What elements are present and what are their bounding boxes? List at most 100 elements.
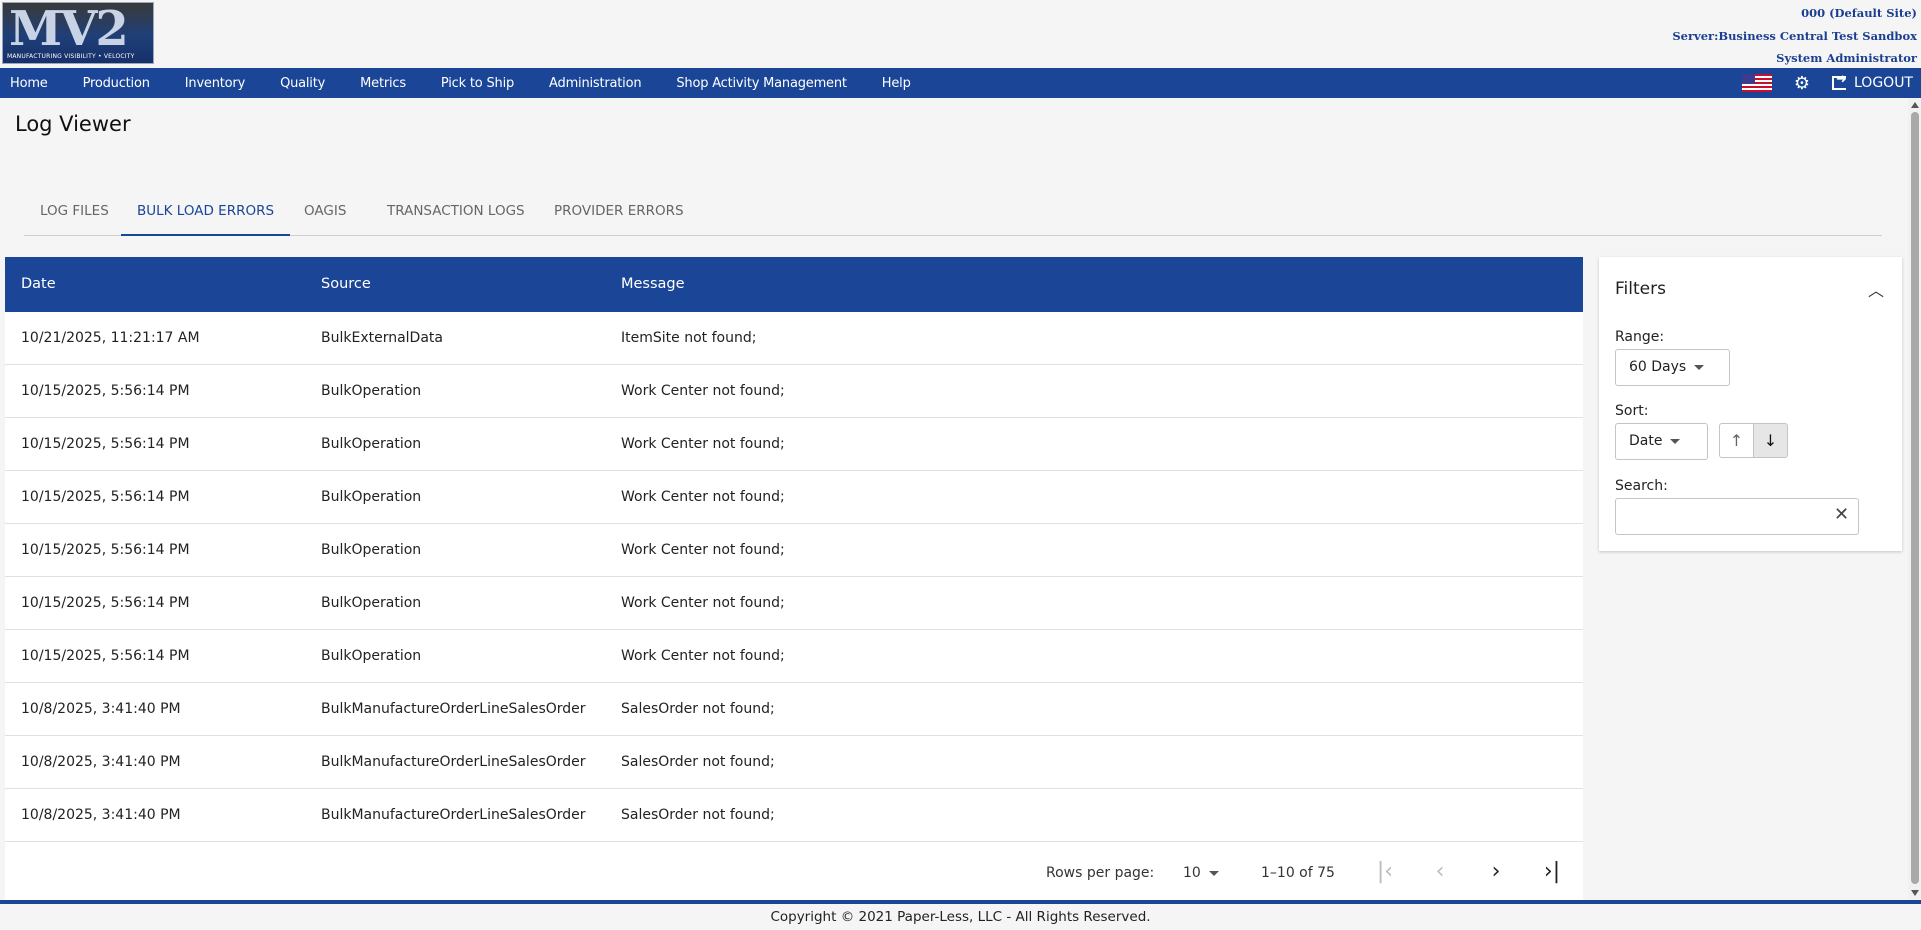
tab-oagis[interactable]: OAGIS bbox=[304, 190, 346, 236]
range-select[interactable]: 60 Days bbox=[1615, 349, 1730, 386]
scroll-down-icon[interactable] bbox=[1911, 890, 1919, 896]
table-row[interactable]: 10/8/2025, 3:41:40 PM BulkManufactureOrde… bbox=[5, 683, 1583, 736]
tab-log-files[interactable]: LOG FILES bbox=[40, 190, 109, 236]
tab-provider-errors[interactable]: PROVIDER ERRORS bbox=[554, 190, 684, 236]
cell-source: BulkOperation bbox=[321, 648, 422, 664]
table-row[interactable]: 10/15/2025, 5:56:14 PM BulkOperation Work … bbox=[5, 577, 1583, 630]
sort-value: Date bbox=[1629, 433, 1663, 449]
logo-mark: MV2 bbox=[9, 2, 129, 57]
mv2-logo[interactable]: MV2 MANUFACTURING VISIBILITY • VELOCITY bbox=[2, 2, 154, 64]
table-pagination: Rows per page: 10 1–10 of 75 |‹ ‹ › ›| bbox=[5, 846, 1583, 898]
cell-source: BulkManufactureOrderLineSalesOrder bbox=[321, 807, 586, 823]
chevron-down-icon bbox=[1694, 364, 1705, 370]
chevron-down-icon bbox=[1670, 438, 1681, 444]
logout-button[interactable]: LOGOUT bbox=[1832, 72, 1913, 91]
sort-descending-icon[interactable]: ↓ bbox=[1753, 423, 1788, 458]
cell-source: BulkOperation bbox=[321, 595, 422, 611]
close-icon[interactable]: ✕ bbox=[1834, 504, 1890, 525]
cell-date: 10/15/2025, 5:56:14 PM bbox=[21, 489, 190, 505]
scrollbar-thumb[interactable] bbox=[1911, 112, 1919, 884]
cell-source: BulkManufactureOrderLineSalesOrder bbox=[321, 754, 586, 770]
nav-shop-activity-management[interactable]: Shop Activity Management bbox=[666, 76, 856, 91]
cell-message: Work Center not found; bbox=[621, 489, 785, 505]
nav-administration[interactable]: Administration bbox=[539, 76, 651, 91]
rows-per-page-select[interactable]: 10 bbox=[1183, 846, 1219, 900]
chevron-up-icon[interactable]: ︿ bbox=[1868, 277, 1884, 301]
rows-per-page-value: 10 bbox=[1183, 865, 1201, 881]
table-row[interactable]: 10/15/2025, 5:56:14 PM BulkOperation Work … bbox=[5, 471, 1583, 524]
cell-source: BulkOperation bbox=[321, 383, 422, 399]
site-info: 000 (Default Site) Server:Business Centr… bbox=[1672, 2, 1917, 70]
app-header: MV2 MANUFACTURING VISIBILITY • VELOCITY … bbox=[0, 0, 1921, 68]
logo-tagline: MANUFACTURING VISIBILITY • VELOCITY bbox=[7, 53, 135, 60]
table-row[interactable]: 10/15/2025, 5:56:14 PM BulkOperation Work … bbox=[5, 365, 1583, 418]
cell-date: 10/15/2025, 5:56:14 PM bbox=[21, 542, 190, 558]
cell-date: 10/8/2025, 3:41:40 PM bbox=[21, 807, 181, 823]
next-page-icon[interactable]: › bbox=[1482, 858, 1510, 886]
filters-panel: Filters ︿ Range: 60 Days Sort: Date ↑ ↓ … bbox=[1599, 257, 1902, 551]
cell-date: 10/8/2025, 3:41:40 PM bbox=[21, 754, 181, 770]
first-page-icon[interactable]: |‹ bbox=[1371, 858, 1399, 886]
table-row[interactable]: 10/15/2025, 5:56:14 PM BulkOperation Work … bbox=[5, 630, 1583, 683]
nav-inventory[interactable]: Inventory bbox=[175, 76, 255, 91]
server-name: Server:Business Central Test Sandbox bbox=[1672, 28, 1917, 43]
nav-home[interactable]: Home bbox=[0, 76, 58, 91]
rows-per-page-label: Rows per page: bbox=[1046, 865, 1155, 881]
log-tabs: LOG FILES BULK LOAD ERRORS OAGIS TRANSAC… bbox=[24, 190, 1882, 236]
search-input[interactable] bbox=[1615, 498, 1859, 535]
table-row[interactable]: 10/21/2025, 11:21:17 AM BulkExternalData I… bbox=[5, 312, 1583, 365]
cell-source: BulkOperation bbox=[321, 489, 422, 505]
cell-source: BulkOperation bbox=[321, 542, 422, 558]
last-page-icon[interactable]: ›| bbox=[1538, 858, 1566, 886]
table-row[interactable]: 10/15/2025, 5:56:14 PM BulkOperation Work … bbox=[5, 524, 1583, 577]
cell-message: Work Center not found; bbox=[621, 542, 785, 558]
cell-source: BulkOperation bbox=[321, 436, 422, 452]
scroll-up-icon[interactable] bbox=[1911, 102, 1919, 108]
nav-metrics[interactable]: Metrics bbox=[350, 76, 416, 91]
sort-ascending-icon[interactable]: ↑ bbox=[1719, 423, 1754, 458]
nav-help[interactable]: Help bbox=[872, 76, 921, 91]
cell-message: SalesOrder not found; bbox=[621, 701, 775, 717]
gear-icon[interactable]: ⚙ bbox=[1794, 73, 1810, 94]
cell-message: Work Center not found; bbox=[621, 383, 785, 399]
column-header-date[interactable]: Date bbox=[21, 257, 56, 312]
cell-date: 10/15/2025, 5:56:14 PM bbox=[21, 383, 190, 399]
cell-date: 10/15/2025, 5:56:14 PM bbox=[21, 595, 190, 611]
sort-select[interactable]: Date bbox=[1615, 423, 1708, 460]
previous-page-icon[interactable]: ‹ bbox=[1426, 858, 1454, 886]
cell-source: BulkExternalData bbox=[321, 330, 443, 346]
filters-title: Filters bbox=[1615, 279, 1666, 299]
cell-message: ItemSite not found; bbox=[621, 330, 757, 346]
table-row[interactable]: 10/15/2025, 5:56:14 PM BulkOperation Work … bbox=[5, 418, 1583, 471]
table-row[interactable]: 10/8/2025, 3:41:40 PM BulkManufactureOrde… bbox=[5, 736, 1583, 789]
column-header-source[interactable]: Source bbox=[321, 257, 371, 312]
site-name[interactable]: 000 (Default Site) bbox=[1672, 2, 1917, 25]
table-header: Date Source Message bbox=[5, 257, 1583, 312]
cell-message: Work Center not found; bbox=[621, 595, 785, 611]
search-label: Search: bbox=[1615, 478, 1668, 494]
logout-label: LOGOUT bbox=[1854, 75, 1913, 91]
bulk-load-errors-table: Date Source Message 10/21/2025, 11:21:17… bbox=[5, 257, 1583, 900]
nav-quality[interactable]: Quality bbox=[270, 76, 335, 91]
nav-right-group: ⚙ LOGOUT bbox=[1741, 68, 1913, 98]
table-row[interactable]: 10/8/2025, 3:41:40 PM BulkManufactureOrde… bbox=[5, 789, 1583, 842]
pagination-range: 1–10 of 75 bbox=[1261, 865, 1335, 881]
range-label: Range: bbox=[1615, 329, 1665, 345]
cell-date: 10/8/2025, 3:41:40 PM bbox=[21, 701, 181, 717]
column-header-message[interactable]: Message bbox=[621, 257, 685, 312]
chevron-down-icon bbox=[1208, 870, 1219, 876]
user-name: System Administrator bbox=[1776, 51, 1917, 65]
nav-production[interactable]: Production bbox=[73, 76, 160, 91]
logout-icon bbox=[1832, 72, 1847, 90]
main-nav: Home Production Inventory Quality Metric… bbox=[0, 68, 1921, 98]
cell-message: SalesOrder not found; bbox=[621, 754, 775, 770]
tab-bulk-load-errors[interactable]: BULK LOAD ERRORS bbox=[121, 190, 291, 236]
range-value: 60 Days bbox=[1629, 359, 1687, 375]
nav-pick-to-ship[interactable]: Pick to Ship bbox=[431, 76, 524, 91]
cell-message: SalesOrder not found; bbox=[621, 807, 775, 823]
page-scrollbar[interactable] bbox=[1908, 98, 1921, 900]
tab-transaction-logs[interactable]: TRANSACTION LOGS bbox=[387, 190, 525, 236]
cell-date: 10/15/2025, 5:56:14 PM bbox=[21, 648, 190, 664]
cell-message: Work Center not found; bbox=[621, 436, 785, 452]
us-flag-icon[interactable] bbox=[1741, 74, 1772, 92]
